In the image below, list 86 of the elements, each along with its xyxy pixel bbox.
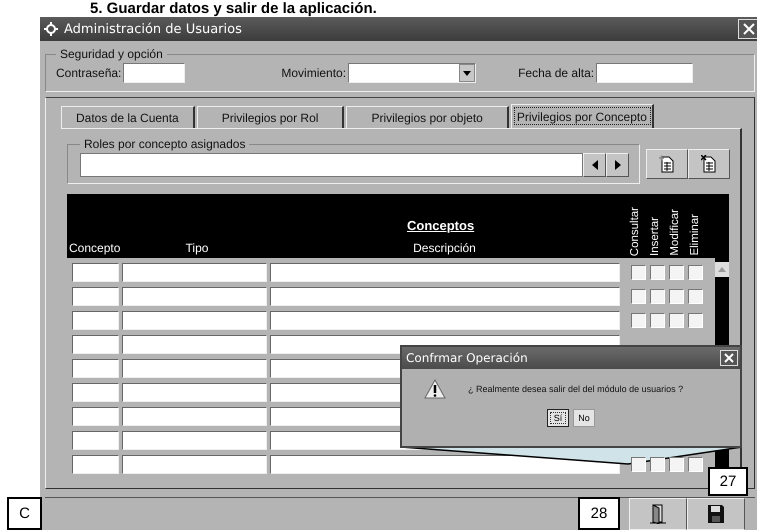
table-cell[interactable] (122, 311, 267, 330)
input-field[interactable] (596, 63, 694, 83)
dialog-title: Confrmar Operación (406, 351, 528, 365)
exit-button[interactable] (629, 498, 687, 530)
checkbox[interactable] (650, 289, 665, 304)
window-title: Administración de Usuarios (64, 22, 242, 36)
table-cell[interactable] (72, 263, 119, 282)
checkbox[interactable] (688, 457, 703, 472)
checkbox[interactable] (688, 289, 703, 304)
table-cell[interactable] (270, 311, 620, 330)
scroll-up-icon (718, 267, 726, 272)
table-cell[interactable] (72, 455, 119, 474)
checkbox[interactable] (631, 313, 646, 328)
input-field[interactable] (123, 63, 186, 83)
field-label: Contraseña: (56, 66, 122, 80)
table-cell[interactable] (270, 455, 620, 474)
column-header: Tipo (184, 241, 210, 257)
add-button[interactable] (646, 149, 688, 179)
table-cell[interactable] (122, 263, 267, 282)
checkbox[interactable] (650, 265, 665, 280)
table-title: Conceptos (407, 218, 474, 233)
warning-icon (424, 379, 446, 399)
table-cell[interactable] (72, 335, 119, 354)
tab[interactable]: Privilegios por objeto (346, 106, 509, 128)
add-document-icon (659, 155, 675, 173)
table-cell[interactable] (122, 431, 267, 450)
table-cell[interactable] (122, 359, 267, 378)
checkbox[interactable] (688, 265, 703, 280)
group-legend: Roles por concepto asignados (80, 137, 250, 151)
column-header: Descripción (412, 241, 477, 257)
callout-number: 27 (708, 467, 748, 496)
checkbox[interactable] (669, 289, 684, 304)
group-legend: Seguridad y opción (56, 47, 167, 61)
save-button[interactable] (687, 498, 745, 530)
table-cell[interactable] (122, 407, 267, 426)
tab[interactable]: Privilegios por Concepto (510, 104, 654, 128)
table-cell[interactable] (122, 383, 267, 402)
column-header: Modificar (669, 209, 682, 258)
field-label: Fecha de alta: (518, 66, 594, 80)
checkbox[interactable] (688, 313, 703, 328)
column-header: Consultar (629, 206, 642, 258)
table-cell[interactable] (72, 359, 119, 378)
table-cell[interactable] (270, 263, 620, 282)
dialog-message: ¿ Realmente desea salir del del módulo de usuarios ? (468, 384, 684, 394)
checkbox[interactable] (631, 457, 646, 472)
checkbox[interactable] (650, 313, 665, 328)
checkbox[interactable] (669, 265, 684, 280)
right-arrow-icon (614, 160, 622, 170)
checkbox[interactable] (631, 289, 646, 304)
checkbox[interactable] (631, 265, 646, 280)
callout-letter: C (7, 497, 42, 530)
table-cell[interactable] (122, 455, 267, 474)
column-header: Concepto (68, 241, 122, 257)
table-cell[interactable] (72, 431, 119, 450)
tab[interactable]: Datos de la Cuenta (61, 106, 195, 128)
remove-button[interactable] (688, 149, 730, 179)
door-icon (650, 504, 666, 524)
table-cell[interactable] (72, 311, 119, 330)
dropdown-arrow-icon (463, 70, 472, 76)
checkbox[interactable] (669, 313, 684, 328)
tab[interactable]: Privilegios por Rol (196, 106, 344, 128)
close-icon (724, 353, 734, 363)
close-button[interactable] (738, 19, 757, 39)
table-cell[interactable] (122, 335, 267, 354)
table-cell[interactable] (72, 407, 119, 426)
field-label: Movimiento: (281, 66, 346, 80)
table-cell[interactable] (270, 287, 620, 306)
table-cell[interactable] (122, 287, 267, 306)
column-header: Eliminar (689, 214, 702, 258)
dialog-button[interactable]: No (573, 409, 595, 427)
next-button[interactable] (606, 153, 629, 177)
left-arrow-icon (590, 160, 598, 170)
close-icon (743, 23, 755, 35)
column-header: Insertar (649, 217, 662, 258)
table-cell[interactable] (72, 383, 119, 402)
callout-number: 28 (578, 497, 620, 530)
checkbox[interactable] (669, 457, 684, 472)
section-heading: 5. Guardar datos y salir de la aplicación. (90, 0, 377, 17)
table-cell[interactable] (72, 287, 119, 306)
close-button[interactable] (720, 350, 738, 366)
remove-document-icon (701, 155, 717, 173)
checkbox[interactable] (650, 457, 665, 472)
movement-dropdown[interactable] (348, 63, 476, 83)
previous-button[interactable] (583, 153, 606, 177)
roles-field[interactable] (80, 153, 583, 177)
dialog-button[interactable]: Sí (547, 409, 569, 427)
